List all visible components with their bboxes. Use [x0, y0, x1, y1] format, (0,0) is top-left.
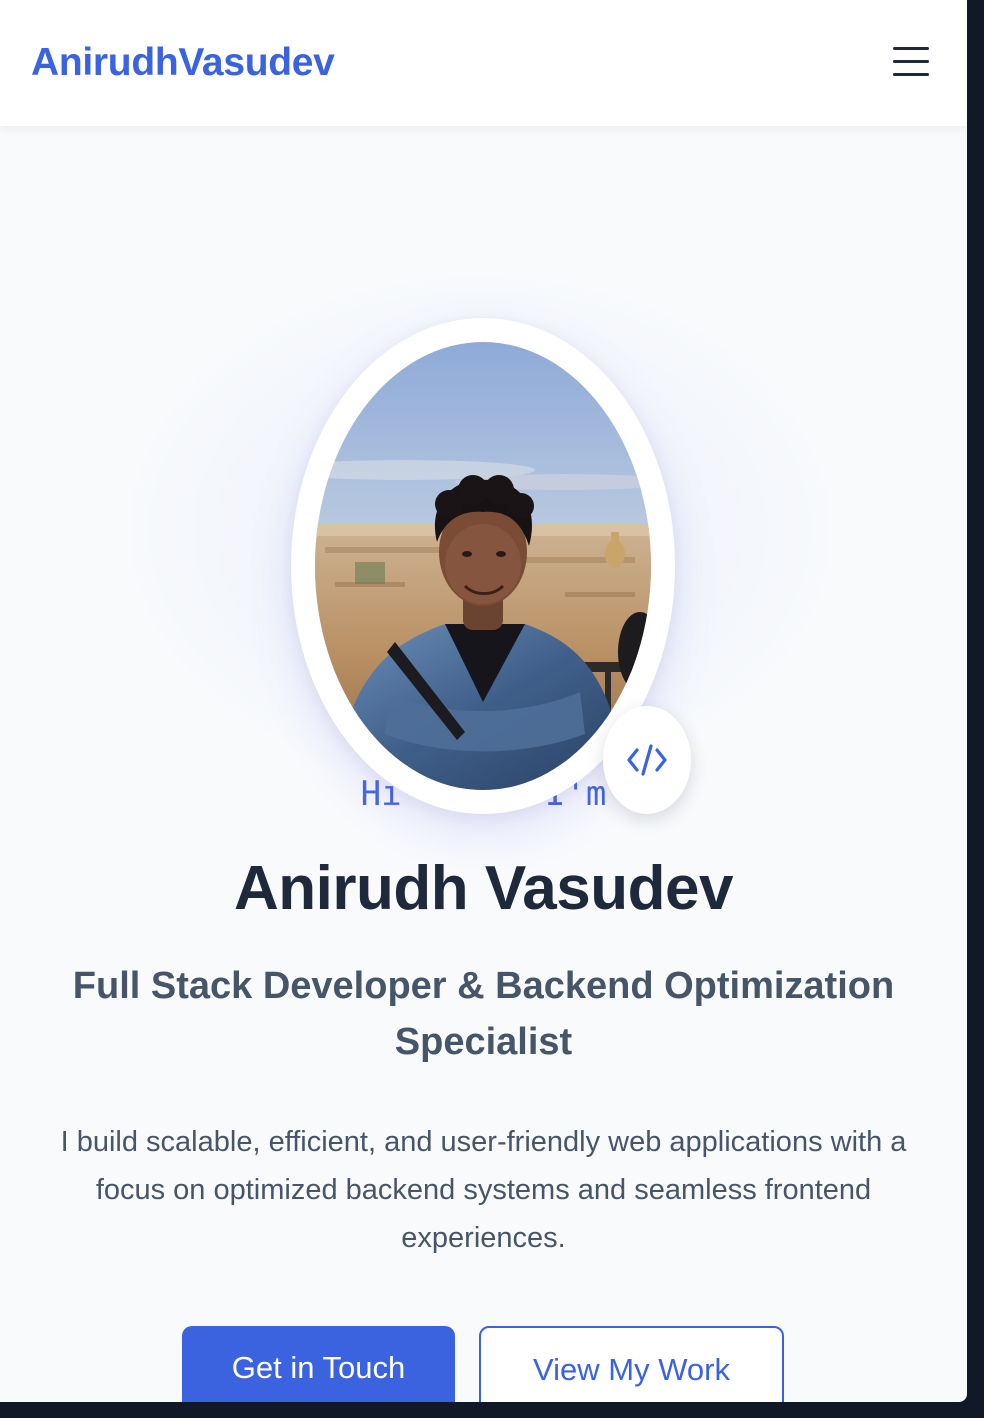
page-viewport: AnirudhVasudev Hi , I'm — [0, 0, 967, 1402]
hero-role: Full Stack Developer & Backend Optimizat… — [72, 965, 895, 1063]
brand-logo[interactable]: AnirudhVasudev — [31, 40, 335, 86]
navbar: AnirudhVasudev — [0, 0, 967, 126]
avatar-photo — [315, 342, 651, 790]
hero-name: Anirudh Vasudev — [234, 854, 733, 923]
code-brackets-icon — [627, 744, 667, 776]
menu-button[interactable] — [890, 44, 932, 80]
hero-description: I build scalable, efficient, and user-fr… — [60, 1126, 907, 1254]
code-badge[interactable] — [603, 706, 691, 814]
get-in-touch-button[interactable]: Get in Touch — [182, 1326, 455, 1402]
avatar — [315, 342, 651, 790]
view-my-work-button[interactable]: View My Work — [479, 1326, 784, 1402]
